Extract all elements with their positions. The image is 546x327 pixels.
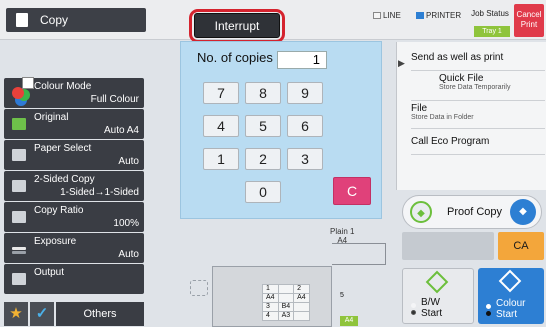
tray-1-num[interactable]: 1: [262, 284, 279, 294]
copies-label: No. of copies: [197, 50, 273, 65]
copies-input[interactable]: 1: [277, 51, 327, 69]
paper-select-title: Paper Select: [34, 143, 92, 154]
key-6[interactable]: 6: [287, 115, 323, 137]
key-8[interactable]: 8: [245, 82, 281, 104]
key-2[interactable]: 2: [245, 148, 281, 170]
bw-start-button[interactable]: B/W Start: [402, 268, 474, 324]
panel-arrow-icon[interactable]: ▶: [398, 58, 410, 72]
exposure-button[interactable]: Exposure Auto: [4, 233, 144, 263]
exposure-title: Exposure: [34, 236, 77, 247]
original-button[interactable]: Original Auto A4: [4, 109, 144, 139]
original-title: Original: [34, 112, 69, 123]
tray-4-spacer: [293, 311, 310, 321]
bypass-tray-number[interactable]: 5: [340, 292, 344, 299]
tray-3-size[interactable]: B4: [277, 302, 295, 312]
two-sided-icon: [12, 180, 26, 192]
line-status: LINE: [373, 11, 401, 21]
printer-indicator-icon: [416, 12, 424, 19]
output-title: Output: [34, 267, 65, 278]
checkmark-icon[interactable]: ✓: [30, 302, 54, 326]
copy-ratio-icon: [12, 211, 26, 223]
eco-label: Call Eco Program: [411, 136, 490, 147]
original-icon: [12, 118, 26, 130]
proof-copy-icon: ◆: [410, 201, 432, 223]
paper-exit-icon: [190, 280, 208, 296]
preview-diamond-icon[interactable]: ◆: [510, 199, 536, 225]
key-9[interactable]: 9: [287, 82, 323, 104]
original-value: Auto A4: [103, 125, 139, 136]
tray-row-a-spacer: [277, 293, 295, 303]
file-item[interactable]: File Store Data in Folder: [411, 103, 545, 129]
key-3[interactable]: 3: [287, 148, 323, 170]
key-4[interactable]: 4: [203, 115, 239, 137]
two-sided-title: 2-Sided Copy: [34, 174, 95, 185]
tray-1-size[interactable]: [277, 284, 295, 294]
start-diamond-icon: [425, 270, 449, 294]
start-dot-icon: [411, 310, 416, 315]
file-sub: Store Data in Folder: [411, 114, 474, 121]
interrupt-button[interactable]: Interrupt: [194, 13, 280, 38]
others-button[interactable]: Others: [56, 302, 144, 326]
plain-label-text: Plain 1: [330, 227, 355, 236]
tray-row-a-2[interactable]: A4: [293, 293, 310, 303]
output-button[interactable]: Output: [4, 264, 144, 294]
file-label: File: [411, 103, 428, 114]
copy-ratio-value: 100%: [113, 218, 139, 229]
line-label: LINE: [383, 11, 401, 20]
paper-select-value: Auto: [118, 156, 139, 167]
quick-file-label: Quick File: [439, 73, 484, 84]
tray-status-badge: Tray 1: [474, 26, 510, 37]
quick-file-checkbox[interactable]: [22, 77, 34, 89]
exposure-value: Auto: [118, 249, 139, 260]
send-label: Send as well as print: [411, 52, 504, 63]
tray-4-num[interactable]: 4: [262, 311, 279, 321]
output-tray-outline: [332, 243, 386, 265]
cancel-print-button[interactable]: Cancel Print: [514, 4, 544, 37]
key-0[interactable]: 0: [245, 181, 281, 203]
copies-keypad-panel: No. of copies 1 7 8 9 4 5 6 1 2 3 0 C: [180, 41, 382, 219]
copy-ratio-button[interactable]: Copy Ratio 100%: [4, 202, 144, 232]
printer-status: PRINTER: [416, 11, 461, 21]
tray-4-size[interactable]: A3: [277, 311, 295, 321]
copy-icon: [13, 13, 28, 30]
exposure-icon: [12, 247, 26, 250]
key-5[interactable]: 5: [245, 115, 281, 137]
left-bottom-bar: ★ ✓ Others: [4, 302, 144, 326]
two-sided-value: 1-Sided→1-Sided: [60, 187, 139, 198]
ca-button[interactable]: CA: [498, 232, 544, 260]
right-options-panel: Send as well as print Quick File Store D…: [396, 42, 546, 190]
tray-2-num[interactable]: 2: [293, 284, 310, 294]
tray-row-a-1[interactable]: A4: [262, 293, 279, 303]
colour-mode-title: Colour Mode: [34, 81, 92, 92]
quick-file-sub: Store Data Temporarily: [439, 84, 511, 91]
copy-mode-label: Copy: [40, 13, 69, 27]
quick-file-item[interactable]: Quick File Store Data Temporarily: [411, 73, 545, 101]
favorites-star-icon[interactable]: ★: [4, 302, 28, 326]
copy-mode-button[interactable]: Copy: [6, 8, 146, 32]
start-diamond-icon: [498, 269, 522, 293]
key-1[interactable]: 1: [203, 148, 239, 170]
clear-button[interactable]: C: [333, 177, 371, 205]
start-dot-icon: [486, 304, 491, 309]
copy-ratio-title: Copy Ratio: [34, 205, 84, 216]
tray-3-spacer: [293, 302, 310, 312]
output-icon: [12, 273, 26, 285]
call-eco-program-item[interactable]: Call Eco Program: [411, 131, 545, 155]
paper-select-icon: [12, 149, 26, 161]
colour-mode-value: Full Colour: [90, 94, 139, 105]
preview-button-disabled: [402, 232, 494, 260]
bypass-tray-size[interactable]: A4: [340, 316, 358, 326]
line-indicator-icon: [373, 12, 381, 19]
paper-tray-table: 1 2 A4 A4 3 B4 4 A3: [262, 284, 310, 321]
send-as-well-as-print[interactable]: Send as well as print: [411, 47, 545, 71]
printer-label: PRINTER: [426, 11, 462, 20]
bw-start-label: B/W Start: [421, 297, 443, 319]
paper-select-button[interactable]: Paper Select Auto: [4, 140, 144, 170]
key-7[interactable]: 7: [203, 82, 239, 104]
colour-start-button[interactable]: Colour Start: [478, 268, 544, 324]
colour-start-label: Colour Start: [496, 298, 526, 320]
two-sided-copy-button[interactable]: 2-Sided Copy 1-Sided→1-Sided: [4, 171, 144, 201]
tray-3-num[interactable]: 3: [262, 302, 279, 312]
